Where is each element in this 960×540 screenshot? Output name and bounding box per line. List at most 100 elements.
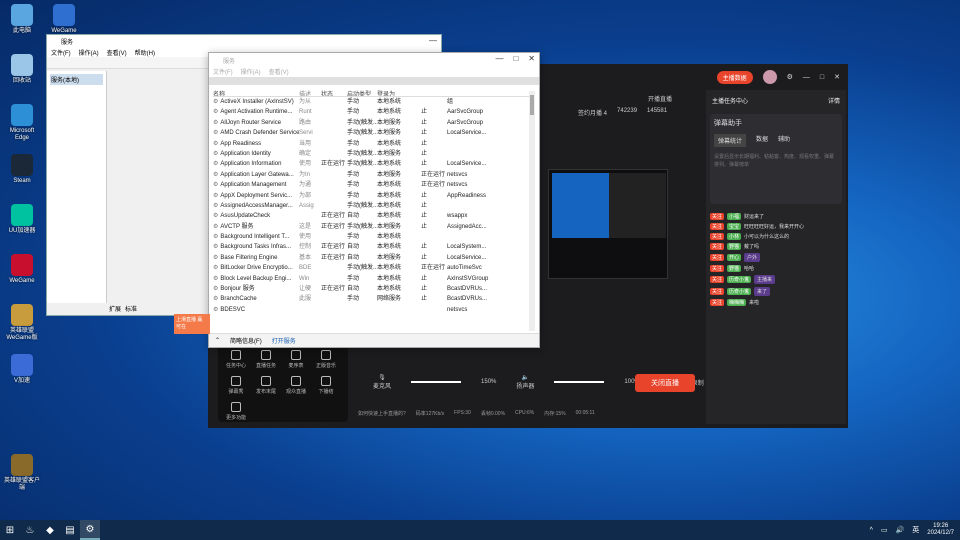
services-table[interactable]: 名称 描述 状态 启动类型 登录为 ActiveX Installer (AxI… — [213, 89, 531, 315]
desktop-icon[interactable]: Microsoft Edge — [2, 104, 42, 142]
desktop-icon[interactable]: UU加速器 — [2, 204, 42, 235]
services-window[interactable]: 服务 — □ ✕ 文件(F) 操作(A) 查看(V) 名称 描述 状态 启动类型 登… — [208, 52, 540, 348]
maximize-icon[interactable]: □ — [820, 74, 824, 81]
tool-button[interactable]: 发布末尾 — [252, 376, 280, 395]
view-tabs[interactable]: 扩展 标准 — [109, 304, 137, 313]
table-row[interactable]: AMD Crash Defender ServiceServi 手动(触发...本… — [213, 128, 531, 138]
input-language[interactable]: 英 — [912, 525, 919, 535]
table-row[interactable]: Application Information使用 正在运行手动(触发...本地系… — [213, 159, 531, 169]
desktop-icon[interactable]: 英雄联盟WeGame版 — [2, 304, 42, 342]
chat-message[interactable]: 关注 小林 小可以为什么这么的 — [710, 233, 842, 240]
start-button[interactable]: ⊞ — [0, 520, 20, 540]
col-start[interactable]: 启动类型 — [347, 89, 377, 96]
table-row[interactable]: ActiveX Installer (AxInstSV)为从 手动 本地系统 组 — [213, 97, 531, 107]
window-controls[interactable]: — — [429, 36, 437, 45]
close-icon[interactable]: ✕ — [528, 54, 535, 63]
danmaku-tabs[interactable]: 弹幕统计 数据 辅助 — [714, 134, 838, 147]
steam-taskbar-icon[interactable]: ♨ — [20, 520, 40, 540]
table-row[interactable]: AsusUpdateCheck 正在运行自动 本地系统 止 wsappx — [213, 211, 531, 221]
chevron-up-icon[interactable]: ⌃ — [215, 337, 220, 344]
services-taskbar-icon[interactable]: ⚙ — [80, 520, 100, 540]
tool-button[interactable]: 麦序表 — [282, 350, 310, 369]
desktop-icon[interactable]: WeGame — [44, 4, 84, 35]
col-name[interactable]: 名称 — [213, 89, 299, 96]
table-row[interactable]: BitLocker Drive Encryptio...BDE 手动(触发...本… — [213, 263, 531, 273]
col-state[interactable]: 状态 — [321, 89, 347, 96]
desktop-icon[interactable]: WeGame — [2, 254, 42, 285]
taskbar[interactable]: ⊞ ♨ ◆ ▤ ⚙ ^ ▭ 🔊 英 19:26 2024/12/7 — [0, 520, 960, 540]
desktop-icon[interactable]: 回收站 — [2, 54, 42, 85]
tool-grid[interactable]: 任务中心 直播任务 麦序表 正版音乐 弹幕秀 发布末尾 观众直播 下播结 更多功能 — [218, 344, 348, 422]
open-services-link[interactable]: 打开服务 — [272, 336, 296, 345]
app-taskbar-icon[interactable]: ◆ — [40, 520, 60, 540]
tool-button[interactable]: 任务中心 — [222, 350, 250, 369]
table-row[interactable]: Background Tasks Infras...控制 正在运行自动 本地系统 止 L… — [213, 242, 531, 252]
table-row[interactable]: Application Management为通 手动 本地系统 正在运行netsvc… — [213, 180, 531, 190]
settings-icon[interactable]: ⚙ — [787, 73, 793, 81]
minimize-icon[interactable]: — — [803, 74, 810, 81]
toolbar[interactable] — [209, 77, 539, 85]
table-row[interactable]: Background Intelligent T...使用 手动 本地系统 — [213, 232, 531, 242]
vertical-scrollbar[interactable] — [529, 91, 535, 331]
menu-item[interactable]: 操作(A) — [79, 48, 99, 57]
tool-button[interactable]: 直播任务 — [252, 350, 280, 369]
tool-button[interactable]: 弹幕秀 — [222, 376, 250, 395]
table-header[interactable]: 名称 描述 状态 启动类型 登录为 — [213, 89, 531, 97]
menu-bar[interactable]: 文件(F) 操作(A) 查看(V) — [209, 67, 539, 77]
close-icon[interactable]: ✕ — [834, 73, 840, 81]
speaker-slider[interactable] — [554, 381, 605, 383]
table-row[interactable]: BranchCache此服 手动 网络服务 止 BcastDVRUs... — [213, 294, 531, 304]
menu-item[interactable]: 文件(F) — [213, 67, 233, 77]
chat-message[interactable]: 关注 小福 财运来了 — [710, 213, 842, 220]
tool-button[interactable]: 更多功能 — [222, 402, 250, 421]
network-icon[interactable]: ▭ — [881, 526, 888, 534]
chat-message[interactable]: 关注 嗨嗨嗨 来啦 — [710, 299, 842, 306]
chat-list[interactable]: 关注 小福 财运来了 关注 宝宝 旺旺旺旺好运，我来开开心 关注 小林 小可以为什么这么的 关注野… — [706, 210, 846, 309]
tool-button[interactable]: 观众直播 — [282, 376, 310, 395]
table-row[interactable]: Base Filtering Engine基本 正在运行自动 本地服务 止 LocalS… — [213, 253, 531, 263]
tree-node-services-local[interactable]: 服务(本地) — [50, 74, 103, 85]
desktop-icon[interactable]: 此电脑 — [2, 4, 42, 35]
menu-item[interactable]: 帮助(H) — [135, 48, 155, 57]
clock[interactable]: 19:26 2024/12/7 — [927, 523, 954, 537]
table-row[interactable]: Application Identity确定 手动(触发...本地服务 止 — [213, 149, 531, 159]
menu-item[interactable]: 文件(F) — [51, 48, 71, 57]
brief-info-toggle[interactable]: 简略信息(F) — [230, 336, 262, 345]
chat-message[interactable]: 关注 历奇小鬼 主播来 — [710, 275, 842, 284]
explorer-taskbar-icon[interactable]: ▤ — [60, 520, 80, 540]
danmaku-assistant[interactable]: 弹幕助手 弹幕统计 数据 辅助 设置后显示长期福利、粘粘客、热度、观看权重、弹幕… — [710, 114, 842, 204]
live-center-label[interactable]: 开播直播 — [648, 94, 672, 103]
table-row[interactable]: AppX Deployment Servic...为部 手动 本地系统 止 AppRea… — [213, 191, 531, 201]
table-row[interactable]: AllJoyn Router Service路由 手动(触发...本地服务 止 Aar… — [213, 118, 531, 128]
minimize-icon[interactable]: — — [429, 36, 437, 45]
microphone-icon[interactable]: 🎙 — [378, 375, 386, 381]
volume-icon[interactable]: 🔊 — [896, 526, 905, 534]
table-row[interactable]: Application Layer Gatewa...为In 手动 本地服务 正在运行… — [213, 170, 531, 180]
desktop-icon[interactable]: V加速 — [2, 354, 42, 385]
streamer-data-button[interactable]: 主播数据 — [716, 70, 753, 84]
table-row[interactable]: Block Level Backup Engi...Win 手动 本地系统 止 AxIn… — [213, 274, 531, 284]
col-logon[interactable]: 登录为 — [377, 89, 407, 96]
chat-message[interactable]: 关注 野猫 哈哈 — [710, 265, 842, 272]
close-live-button[interactable]: 关闭直播 — [635, 374, 695, 392]
chat-message[interactable]: 关注 宝宝 旺旺旺旺好运，我来开开心 — [710, 223, 842, 230]
tab-assist[interactable]: 辅助 — [778, 134, 790, 147]
tree-panel[interactable]: 服务(本地) — [47, 71, 107, 303]
task-center-more[interactable]: 详情 — [828, 96, 840, 105]
table-body[interactable]: ActiveX Installer (AxInstSV)为从手动本地系统组Age… — [213, 97, 531, 315]
avatar[interactable] — [762, 70, 777, 84]
table-row[interactable]: BDESVC netsvcs — [213, 305, 531, 315]
desktop-icon[interactable]: Steam — [2, 154, 42, 185]
tab-danmaku-stats[interactable]: 弹幕统计 — [714, 134, 747, 147]
table-row[interactable]: Agent Activation Runtime...Runt 手动 本地系统 止 Aa… — [213, 107, 531, 117]
table-row[interactable]: AssignedAccessManager...Assig 手动(触发...本地系… — [213, 201, 531, 211]
chat-message[interactable]: 关注 开心 户外 — [710, 253, 842, 262]
mic-slider[interactable] — [411, 381, 462, 383]
menu-item[interactable]: 查看(V) — [269, 67, 289, 77]
menu-item[interactable]: 操作(A) — [241, 67, 261, 77]
chat-message[interactable]: 关注 历奇小鬼 来了 — [710, 287, 842, 296]
table-row[interactable]: App Readiness当用 手动 本地系统 止 — [213, 139, 531, 149]
desktop-icon[interactable]: 英雄联盟客户端 — [2, 454, 42, 492]
maximize-icon[interactable]: □ — [513, 54, 518, 63]
task-center-header[interactable]: 主播任务中心 详情 — [706, 90, 846, 110]
